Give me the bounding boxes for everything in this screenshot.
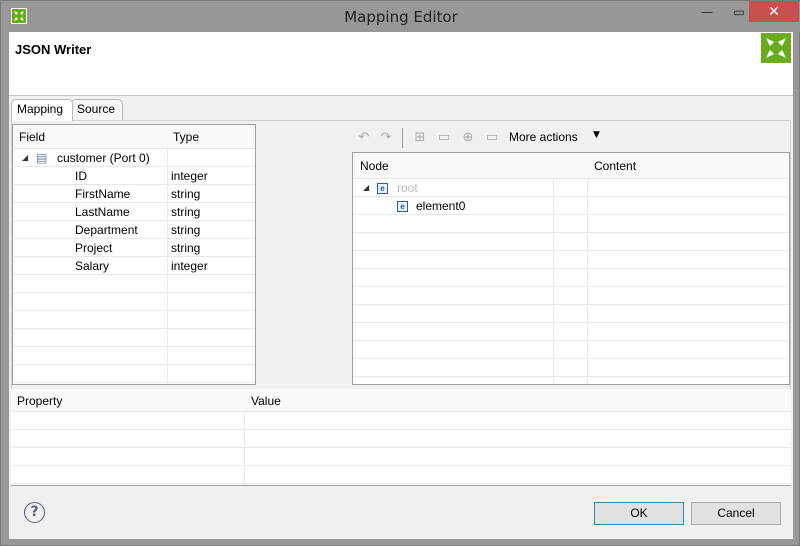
fields-table: Field Type ◢ ▤ customer (Port 0) ID integ… xyxy=(12,124,256,385)
empty-row xyxy=(11,412,791,430)
record-icon: ▤ xyxy=(36,151,48,165)
empty-row xyxy=(353,305,789,323)
cancel-button[interactable]: Cancel xyxy=(691,502,781,525)
more-actions-menu[interactable]: More actions xyxy=(509,130,578,144)
field-name: ID xyxy=(75,169,87,183)
field-type: integer xyxy=(171,259,208,273)
field-row[interactable]: ID integer xyxy=(13,167,255,185)
clover-logo-icon xyxy=(761,33,791,63)
field-row[interactable]: Salary integer xyxy=(13,257,255,275)
dropdown-arrow-icon[interactable]: ▼ xyxy=(593,130,600,140)
mapping-toolbar: ↶ ↷ ⊞ ▭ ⊕ ▭ More actions ▼ xyxy=(351,126,791,150)
record-label: customer (Port 0) xyxy=(57,151,150,165)
expand-triangle-icon[interactable]: ◢ xyxy=(363,179,369,197)
dialog-footer: ? OK Cancel xyxy=(9,487,793,539)
empty-row xyxy=(353,287,789,305)
property-table: Property Value xyxy=(11,389,791,486)
field-type: string xyxy=(171,241,201,255)
empty-row xyxy=(13,275,255,293)
node-table: Node Content ◢ e root e element0 xyxy=(352,152,790,385)
field-row[interactable]: FirstName string xyxy=(13,185,255,203)
dialog-client: JSON Writer Mapping Source Field Type ◢ … xyxy=(9,32,793,539)
empty-row xyxy=(13,293,255,311)
add-child-element-icon[interactable]: ⊞ xyxy=(411,129,429,147)
field-row[interactable]: Department string xyxy=(13,221,255,239)
element-e-icon: e xyxy=(377,183,388,195)
add-wildcard-icon[interactable]: ⊕ xyxy=(459,129,477,147)
minimize-button[interactable]: — xyxy=(691,1,723,22)
column-header-property[interactable]: Property xyxy=(17,392,62,410)
add-attribute-icon[interactable]: ▭ xyxy=(435,129,453,147)
redo-icon[interactable]: ↷ xyxy=(377,129,395,147)
field-name: LastName xyxy=(75,205,130,219)
empty-row xyxy=(11,466,791,484)
field-name: Department xyxy=(75,223,138,237)
empty-row xyxy=(353,251,789,269)
empty-row xyxy=(353,323,789,341)
node-label: element0 xyxy=(416,199,466,213)
expand-triangle-icon[interactable]: ◢ xyxy=(22,149,28,167)
empty-row xyxy=(13,365,255,383)
field-type: string xyxy=(171,223,201,237)
tab-source[interactable]: Source xyxy=(71,99,123,121)
empty-row xyxy=(353,269,789,287)
field-name: Project xyxy=(75,241,113,255)
empty-row xyxy=(11,430,791,448)
column-header-content[interactable]: Content xyxy=(594,157,636,175)
field-type: string xyxy=(171,187,201,201)
tree-row-element0[interactable]: e element0 xyxy=(353,197,789,215)
empty-row xyxy=(353,341,789,359)
empty-row xyxy=(13,347,255,365)
node-label: root xyxy=(397,181,418,195)
component-title: JSON Writer xyxy=(15,42,92,57)
empty-row xyxy=(11,448,791,466)
empty-row xyxy=(13,329,255,347)
dialog-header: JSON Writer xyxy=(9,32,793,96)
empty-row xyxy=(353,359,789,377)
field-row[interactable]: Project string xyxy=(13,239,255,257)
field-name: FirstName xyxy=(75,187,131,201)
column-header-value[interactable]: Value xyxy=(251,392,281,410)
mapping-editor-window: Mapping Editor — ▭ ✕ JSON Writer Mapping… xyxy=(0,0,800,546)
element-e-icon: e xyxy=(397,201,408,213)
empty-row xyxy=(353,215,789,233)
tree-row-customer[interactable]: ◢ ▤ customer (Port 0) xyxy=(13,149,255,167)
tab-mapping[interactable]: Mapping xyxy=(11,99,73,121)
undo-icon[interactable]: ↶ xyxy=(355,129,373,147)
field-name: Salary xyxy=(75,259,110,273)
help-icon[interactable]: ? xyxy=(24,502,45,523)
property-table-header: Property Value xyxy=(11,389,791,412)
ok-button[interactable]: OK xyxy=(594,502,684,525)
fields-table-header: Field Type xyxy=(13,125,255,149)
column-header-field[interactable]: Field xyxy=(19,128,45,146)
column-header-node[interactable]: Node xyxy=(360,157,389,175)
field-type: integer xyxy=(171,169,208,183)
empty-row xyxy=(353,233,789,251)
close-button[interactable]: ✕ xyxy=(749,1,799,22)
title-bar: Mapping Editor — ▭ ✕ xyxy=(1,1,800,32)
tree-row-root[interactable]: ◢ e root xyxy=(353,179,789,197)
element-icon: e xyxy=(377,179,388,197)
toolbar-separator xyxy=(402,128,403,148)
node-table-header: Node Content xyxy=(353,153,789,179)
column-header-type[interactable]: Type xyxy=(173,128,199,146)
remove-icon[interactable]: ▭ xyxy=(483,129,501,147)
element-icon: e xyxy=(397,197,408,215)
field-row[interactable]: LastName string xyxy=(13,203,255,221)
field-type: string xyxy=(171,205,201,219)
empty-row xyxy=(13,311,255,329)
window-title: Mapping Editor xyxy=(344,8,458,26)
